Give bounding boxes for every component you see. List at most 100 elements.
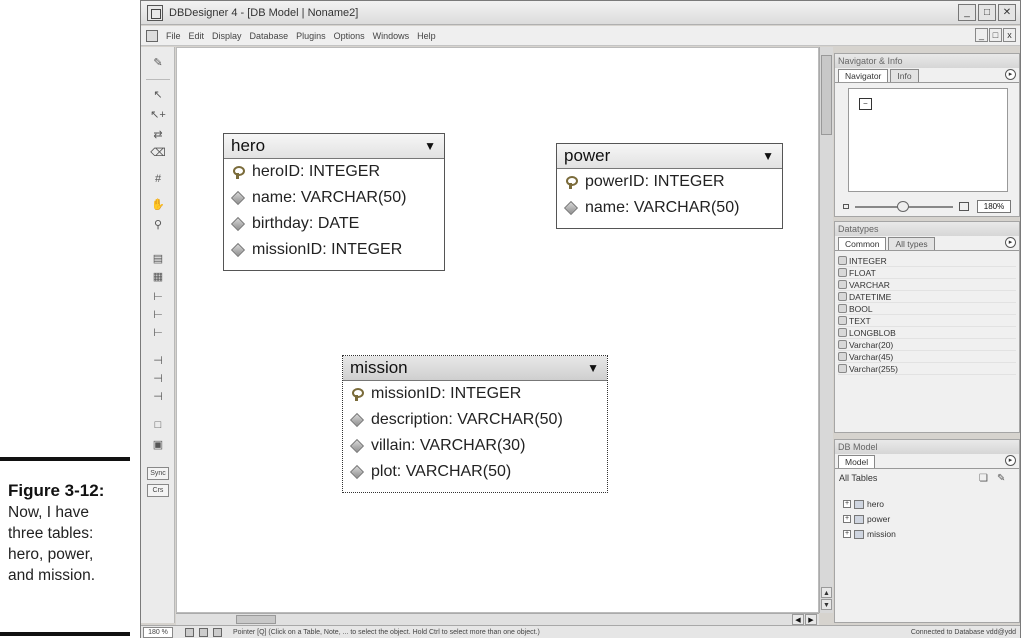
menu-windows[interactable]: Windows [373,31,410,41]
pen-tool-icon[interactable]: ✎ [149,55,167,71]
panel-menu-icon[interactable]: ▸ [1005,455,1016,466]
datatype-item[interactable]: VARCHAR [838,279,1016,291]
table-column[interactable]: name: VARCHAR(50) [224,185,444,211]
relation-11-tool-icon[interactable]: ⊢ [149,325,167,341]
vertical-scroll-thumb[interactable] [821,55,832,135]
edit-table-icon[interactable]: ✎ [997,473,1008,484]
panel-menu-icon[interactable]: ▸ [1005,237,1016,248]
scroll-up-arrow-icon[interactable]: ▲ [821,587,832,598]
menu-database[interactable]: Database [250,31,289,41]
table-column[interactable]: heroID: INTEGER [224,159,444,185]
minimize-button[interactable]: _ [958,4,976,21]
datatype-item[interactable]: TEXT [838,315,1016,327]
datatype-item[interactable]: DATETIME [838,291,1016,303]
pointer-tool-icon[interactable]: ↖ [149,87,167,103]
datatype-item[interactable]: Varchar(255) [838,363,1016,375]
datatype-item[interactable]: FLOAT [838,267,1016,279]
tab-navigator[interactable]: Navigator [838,69,889,82]
title-bar[interactable]: DBDesigner 4 - [DB Model | Noname2] _ □ … [141,1,1020,25]
app-icon[interactable] [147,4,163,21]
status-zoom-field[interactable]: 180 % [143,627,173,638]
expand-plus-icon[interactable]: + [843,515,851,523]
table-collapse-arrow-icon[interactable]: ▼ [424,139,436,153]
table-hero[interactable]: hero ▼ heroID: INTEGER name: VARCHAR(50)… [223,133,445,271]
table-column[interactable]: birthday: DATE [224,211,444,237]
canvas-horizontal-scrollbar[interactable]: ◀ ▶ [176,613,819,625]
table-power[interactable]: power ▼ powerID: INTEGER name: VARCHAR(5… [556,143,783,229]
table-mission[interactable]: mission ▼ missionID: INTEGER description… [342,355,608,493]
table-column[interactable]: powerID: INTEGER [557,169,782,195]
zoom-in-icon[interactable] [959,202,969,211]
doc-minimize-button[interactable]: _ [975,28,988,42]
table-column[interactable]: plot: VARCHAR(50) [343,459,607,485]
horizontal-scroll-thumb[interactable] [236,615,276,624]
tab-common[interactable]: Common [838,237,887,250]
menu-display[interactable]: Display [212,31,242,41]
relation-1n-sub-tool-icon[interactable]: ⊢ [149,307,167,323]
scroll-left-arrow-icon[interactable]: ◀ [792,614,804,625]
panel-menu-icon[interactable]: ▸ [1005,69,1016,80]
table-power-header[interactable]: power ▼ [557,144,782,169]
scroll-down-arrow-icon[interactable]: ▼ [821,599,832,610]
table-column[interactable]: name: VARCHAR(50) [557,195,782,221]
image-tool-icon[interactable]: ▣ [149,437,167,453]
datatype-item[interactable]: LONGBLOB [838,327,1016,339]
table-collapse-arrow-icon[interactable]: ▼ [762,149,774,163]
doc-close-button[interactable]: x [1003,28,1016,42]
model-canvas[interactable]: hero ▼ heroID: INTEGER name: VARCHAR(50)… [176,47,819,613]
relation-11-sub-tool-icon[interactable]: ⊣ [149,371,167,387]
menu-options[interactable]: Options [334,31,365,41]
move-tool-icon[interactable]: ⇄ [149,127,167,143]
menu-plugins[interactable]: Plugins [296,31,326,41]
table-column[interactable]: missionID: INTEGER [343,381,607,407]
datatype-item[interactable]: Varchar(45) [838,351,1016,363]
doc-restore-button[interactable]: □ [989,28,1002,42]
tab-all-types[interactable]: All types [888,237,935,250]
datatype-item[interactable]: Varchar(20) [838,339,1016,351]
zoom-tool-icon[interactable]: ⚲ [149,217,167,233]
expand-plus-icon[interactable]: + [843,500,851,508]
hand-tool-icon[interactable]: ✋ [149,197,167,213]
db-connect-icon[interactable] [185,628,194,637]
maximize-button[interactable]: □ [978,4,996,21]
relation-link-tool-icon[interactable]: ⊣ [149,389,167,405]
pointer-plus-tool-icon[interactable]: ↖+ [149,107,167,123]
datatype-item[interactable]: INTEGER [838,255,1016,267]
eraser-tool-icon[interactable]: ⌫ [149,145,167,161]
document-icon[interactable] [146,29,158,42]
menu-file[interactable]: File [166,31,181,41]
relation-1n-tool-icon[interactable]: ⊢ [149,289,167,305]
relation-nm-tool-icon[interactable]: ⊣ [149,353,167,369]
tree-item-hero[interactable]: + hero [843,498,884,510]
grid-tool-icon[interactable]: # [149,171,167,187]
expand-plus-icon[interactable]: + [843,530,851,538]
table-collapse-arrow-icon[interactable]: ▼ [587,361,599,375]
datatype-item[interactable]: BOOL [838,303,1016,315]
table-column[interactable]: villain: VARCHAR(30) [343,433,607,459]
table-tool-icon[interactable]: ▤ [149,251,167,267]
menu-help[interactable]: Help [417,31,436,41]
tab-info[interactable]: Info [890,69,919,82]
note-tool-icon[interactable]: □ [149,417,167,433]
new-table-icon[interactable]: ❏ [979,473,990,484]
page-icon[interactable] [213,628,222,637]
zoom-out-icon[interactable] [843,204,849,209]
crs-button[interactable]: Crs [147,484,169,497]
save-icon[interactable] [199,628,208,637]
sync-button[interactable]: Sync [147,467,169,480]
view-tool-icon[interactable]: ▦ [149,269,167,285]
table-mission-header[interactable]: mission ▼ [343,356,607,381]
viewport-frame-icon[interactable]: – [859,98,872,110]
tree-item-mission[interactable]: + mission [843,528,896,540]
scroll-right-arrow-icon[interactable]: ▶ [805,614,817,625]
zoom-slider-handle[interactable] [897,201,909,212]
canvas-vertical-scrollbar[interactable]: ▲ ▼ [819,47,833,613]
menu-edit[interactable]: Edit [189,31,205,41]
table-column[interactable]: description: VARCHAR(50) [343,407,607,433]
tab-model[interactable]: Model [838,455,876,468]
navigator-preview[interactable]: – [848,88,1008,192]
table-hero-header[interactable]: hero ▼ [224,134,444,159]
table-column[interactable]: missionID: INTEGER [224,237,444,263]
tree-item-power[interactable]: + power [843,513,890,525]
close-button[interactable]: ✕ [998,4,1016,21]
